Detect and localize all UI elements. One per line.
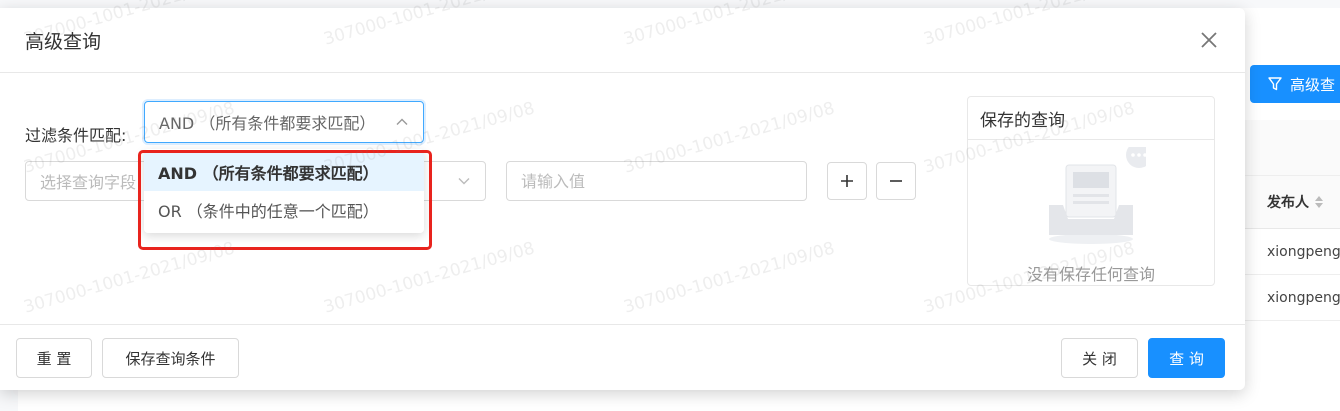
plus-icon: [841, 175, 853, 187]
dropdown-option-or[interactable]: OR （条件中的任意一个匹配）: [144, 191, 424, 229]
modal-title: 高级查询: [25, 30, 102, 53]
advanced-search-label: 高级查: [1290, 75, 1336, 94]
table-cell: xiongpeng: [1267, 243, 1340, 260]
reset-button[interactable]: 重 置: [16, 338, 92, 378]
chevron-down-icon: [458, 178, 470, 185]
save-query-button[interactable]: 保存查询条件: [102, 338, 239, 378]
table-cell: xiongpeng: [1267, 289, 1340, 306]
remove-condition-button[interactable]: [876, 162, 916, 200]
add-condition-button[interactable]: [827, 162, 867, 200]
close-icon[interactable]: [1199, 30, 1219, 50]
match-mode-dropdown: AND （所有条件都要求匹配） OR （条件中的任意一个匹配）: [144, 149, 424, 233]
match-mode-select[interactable]: AND （所有条件都要求匹配）: [144, 101, 424, 143]
advanced-search-button[interactable]: 高级查: [1250, 65, 1340, 103]
chevron-up-icon: [396, 118, 408, 125]
table-row: xiongpeng: [1245, 275, 1340, 321]
background-table: 发布人 xiongpeng xiongpeng: [1245, 120, 1340, 321]
match-label: 过滤条件匹配:: [25, 126, 127, 145]
match-mode-value: AND （所有条件都要求匹配）: [159, 114, 376, 133]
table-header-label: 发布人: [1267, 195, 1309, 211]
query-field-placeholder: 选择查询字段: [40, 173, 137, 192]
sort-icon[interactable]: [1315, 196, 1323, 208]
modal-header: 高级查询: [0, 8, 1245, 73]
table-header-publisher[interactable]: 发布人: [1245, 176, 1340, 229]
table-row: xiongpeng: [1245, 229, 1340, 275]
saved-queries-title: 保存的查询: [968, 97, 1214, 140]
modal-footer: 重 置 保存查询条件 关 闭 查 询: [0, 324, 1245, 390]
dropdown-option-and[interactable]: AND （所有条件都要求匹配）: [144, 153, 424, 191]
close-button[interactable]: 关 闭: [1061, 338, 1138, 378]
query-button[interactable]: 查 询: [1148, 338, 1225, 378]
empty-inbox-icon: [1049, 147, 1146, 244]
saved-queries-panel: 保存的查询 没有保存任何查询: [967, 96, 1215, 286]
saved-queries-empty-text: 没有保存任何查询: [1026, 265, 1155, 284]
value-input[interactable]: [506, 161, 807, 201]
table-top-strip: [1245, 120, 1340, 176]
minus-icon: [890, 180, 902, 182]
filter-icon: [1268, 77, 1282, 91]
